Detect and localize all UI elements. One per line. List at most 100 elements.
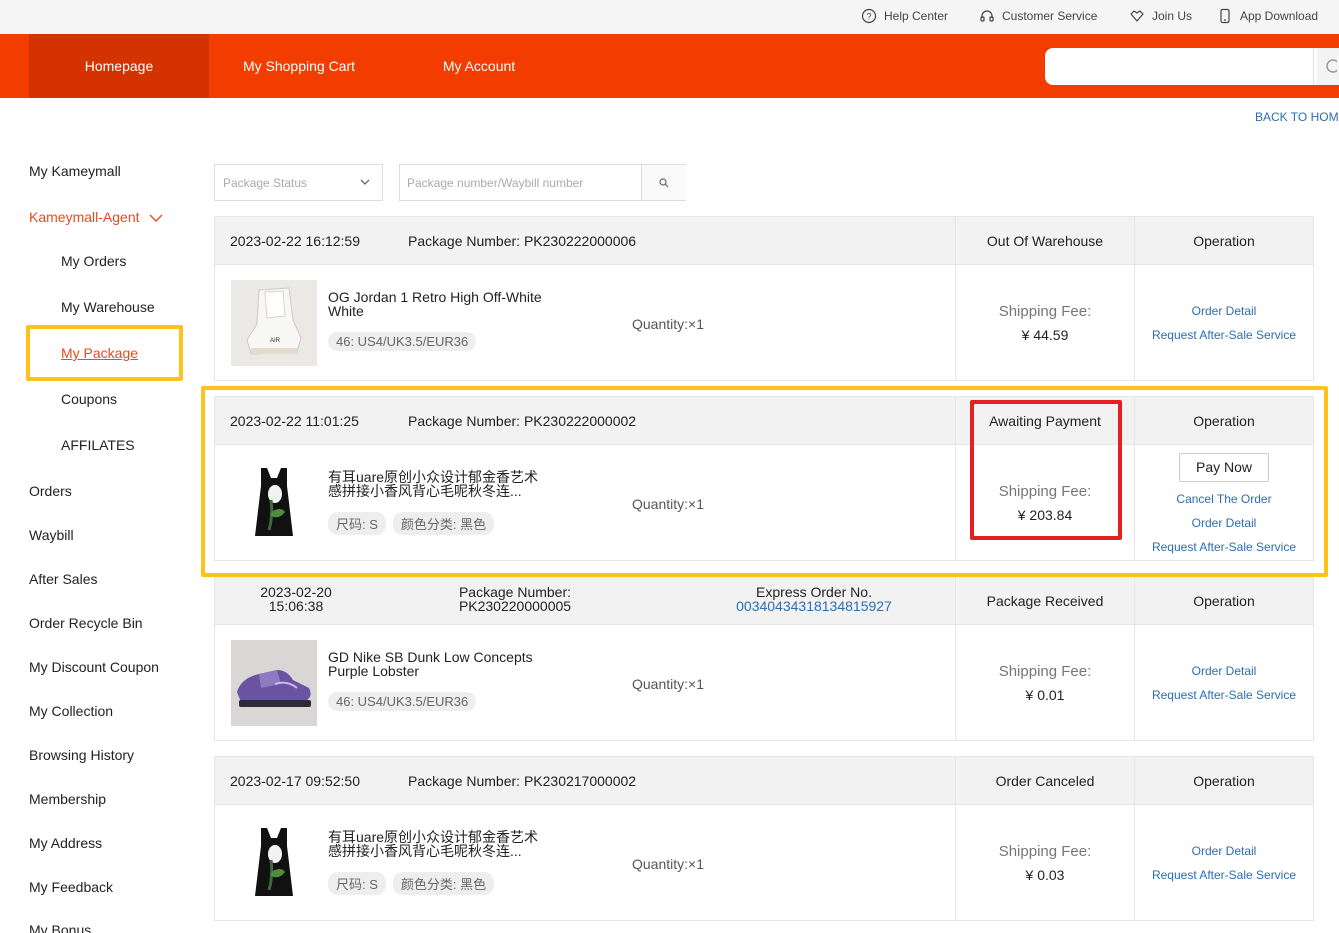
color-tag: 颜色分类: 黑色 [392, 872, 495, 895]
package-search-button[interactable] [641, 165, 686, 200]
product-tags: 46: US4/UK3.5/EUR36 [328, 332, 477, 351]
sidebar-item-bonus[interactable]: My Bonus [29, 922, 91, 933]
svg-text:?: ? [866, 12, 871, 22]
dress-image [231, 820, 317, 906]
shipping-fee-value: ¥ 0.03 [1025, 867, 1065, 883]
operation-header: Operation [1193, 233, 1255, 249]
search-divider [1313, 48, 1314, 85]
highlight-awaiting-payment-card [201, 386, 1328, 577]
sidebar-item-coupons[interactable]: Coupons [61, 391, 117, 407]
search-button[interactable] [1317, 48, 1339, 85]
order-detail-link[interactable]: Order Detail [1135, 304, 1313, 318]
package-number: Package Number: PK230220000005 [425, 585, 605, 613]
package-card: 2023-02-17 09:52:50 Package Number: PK23… [214, 756, 1314, 921]
sidebar-item-orders[interactable]: Orders [29, 483, 72, 499]
package-number-label: Package Number: [458, 584, 572, 600]
sidebar-item-discount-coupon[interactable]: My Discount Coupon [29, 659, 159, 675]
join-us-link[interactable]: Join Us [1129, 8, 1192, 24]
size-tag: 46: US4/UK3.5/EUR36 [328, 692, 477, 711]
chevron-down-icon [360, 179, 370, 185]
after-sale-link[interactable]: Request After-Sale Service [1135, 688, 1313, 702]
sidebar-item-after-sales[interactable]: After Sales [29, 571, 97, 587]
sidebar-item-kameymall-agent[interactable]: Kameymall-Agent [29, 209, 163, 225]
product-name[interactable]: OG Jordan 1 Retro High Off-White White [328, 290, 543, 318]
sidebar-item-collection[interactable]: My Collection [29, 703, 113, 719]
after-sale-link[interactable]: Request After-Sale Service [1135, 868, 1313, 882]
sidebar-item-recycle-bin[interactable]: Order Recycle Bin [29, 615, 143, 631]
package-date: 2023-02-20 15:06:38 [221, 585, 371, 613]
sidebar-item-my-kameymall[interactable]: My Kameymall [29, 163, 121, 179]
package-status-select[interactable]: Package Status [214, 164, 383, 201]
size-tag: 46: US4/UK3.5/EUR36 [328, 332, 477, 351]
product-quantity: Quantity:×1 [632, 856, 704, 872]
highlight-my-package [26, 325, 183, 381]
product-tags: 46: US4/UK3.5/EUR36 [328, 692, 477, 711]
join-us-label: Join Us [1152, 9, 1193, 23]
shipping-fee-label: Shipping Fee: [998, 303, 1092, 320]
help-center-label: Help Center [884, 9, 949, 23]
package-status: Order Canceled [995, 773, 1095, 789]
package-number: Package Number: PK230222000006 [408, 233, 637, 249]
back-to-home-link[interactable]: BACK TO HOM [1255, 110, 1339, 124]
chevron-down-icon [149, 214, 163, 223]
operation-header: Operation [1193, 593, 1255, 609]
nav-homepage[interactable]: Homepage [29, 34, 209, 98]
package-status: Out Of Warehouse [986, 233, 1104, 249]
sidebar-item-feedback[interactable]: My Feedback [29, 879, 113, 895]
order-detail-link[interactable]: Order Detail [1135, 664, 1313, 678]
sidebar-item-browsing-history[interactable]: Browsing History [29, 747, 134, 763]
app-download-link[interactable]: App Download [1217, 8, 1318, 24]
question-icon: ? [861, 8, 877, 24]
sidebar-item-membership[interactable]: Membership [29, 791, 106, 807]
main-nav: Homepage My Shopping Cart My Account [0, 34, 1339, 98]
help-center-link[interactable]: ? Help Center [861, 8, 948, 24]
phone-icon [1217, 8, 1233, 24]
search-box[interactable] [1045, 48, 1339, 85]
product-tags: 尺码: S 颜色分类: 黑色 [328, 872, 495, 895]
app-download-label: App Download [1240, 9, 1319, 23]
product-name[interactable]: GD Nike SB Dunk Low Concepts Purple Lobs… [328, 650, 543, 678]
product-quantity: Quantity:×1 [632, 316, 704, 332]
package-date: 2023-02-17 09:52:50 [230, 773, 360, 789]
sneaker-image [231, 640, 317, 726]
package-number-value: PK230220000005 [458, 598, 572, 614]
handshake-icon [1129, 8, 1145, 24]
after-sale-link[interactable]: Request After-Sale Service [1135, 328, 1313, 342]
headset-icon [979, 8, 995, 24]
express-order-label: Express Order No. [756, 584, 872, 600]
sidebar-item-my-warehouse[interactable]: My Warehouse [61, 299, 155, 315]
package-card: 2023-02-20 15:06:38 Package Number: PK23… [214, 576, 1314, 741]
package-search-input[interactable]: Package number/Waybill number [399, 164, 686, 201]
express-order: Express Order No. 00340434318134815927 [721, 585, 907, 613]
order-detail-link[interactable]: Order Detail [1135, 844, 1313, 858]
product-image[interactable]: AIR [231, 280, 317, 366]
nav-my-account[interactable]: My Account [389, 34, 569, 98]
sidebar-item-waybill[interactable]: Waybill [29, 527, 74, 543]
express-order-number[interactable]: 00340434318134815927 [721, 599, 907, 613]
sneaker-image: AIR [231, 280, 317, 366]
sidebar-item-address[interactable]: My Address [29, 835, 102, 851]
package-number: Package Number: PK230217000002 [408, 773, 637, 789]
highlight-awaiting-payment-status [970, 400, 1122, 540]
package-date: 2023-02-22 16:12:59 [230, 233, 360, 249]
sidebar-item-my-orders[interactable]: My Orders [61, 253, 126, 269]
shipping-fee-label: Shipping Fee: [998, 663, 1092, 680]
svg-text:AIR: AIR [270, 338, 281, 344]
sidebar-item-affiliates[interactable]: AFFILATES [61, 437, 135, 453]
package-date-time: 15:06:38 [268, 598, 324, 614]
shipping-fee-value: ¥ 0.01 [1025, 687, 1065, 703]
product-quantity: Quantity:×1 [632, 676, 704, 692]
customer-service-link[interactable]: Customer Service [979, 8, 1097, 24]
nav-shopping-cart[interactable]: My Shopping Cart [209, 34, 389, 98]
product-name[interactable]: 有耳uare原创小众设计郁金香艺术感拼接小香风背心毛呢秋冬连... [328, 830, 543, 858]
sidebar-item-label: Kameymall-Agent [29, 209, 140, 225]
size-tag: 尺码: S [328, 872, 386, 895]
product-image[interactable] [231, 820, 317, 906]
top-utility-bar: ? Help Center Customer Service Join Us A… [0, 0, 1339, 34]
product-image[interactable] [231, 640, 317, 726]
shipping-fee-label: Shipping Fee: [998, 843, 1092, 860]
package-status: Package Received [986, 593, 1104, 609]
operation-header: Operation [1193, 773, 1255, 789]
search-icon [659, 177, 669, 187]
customer-service-label: Customer Service [1002, 9, 1098, 23]
